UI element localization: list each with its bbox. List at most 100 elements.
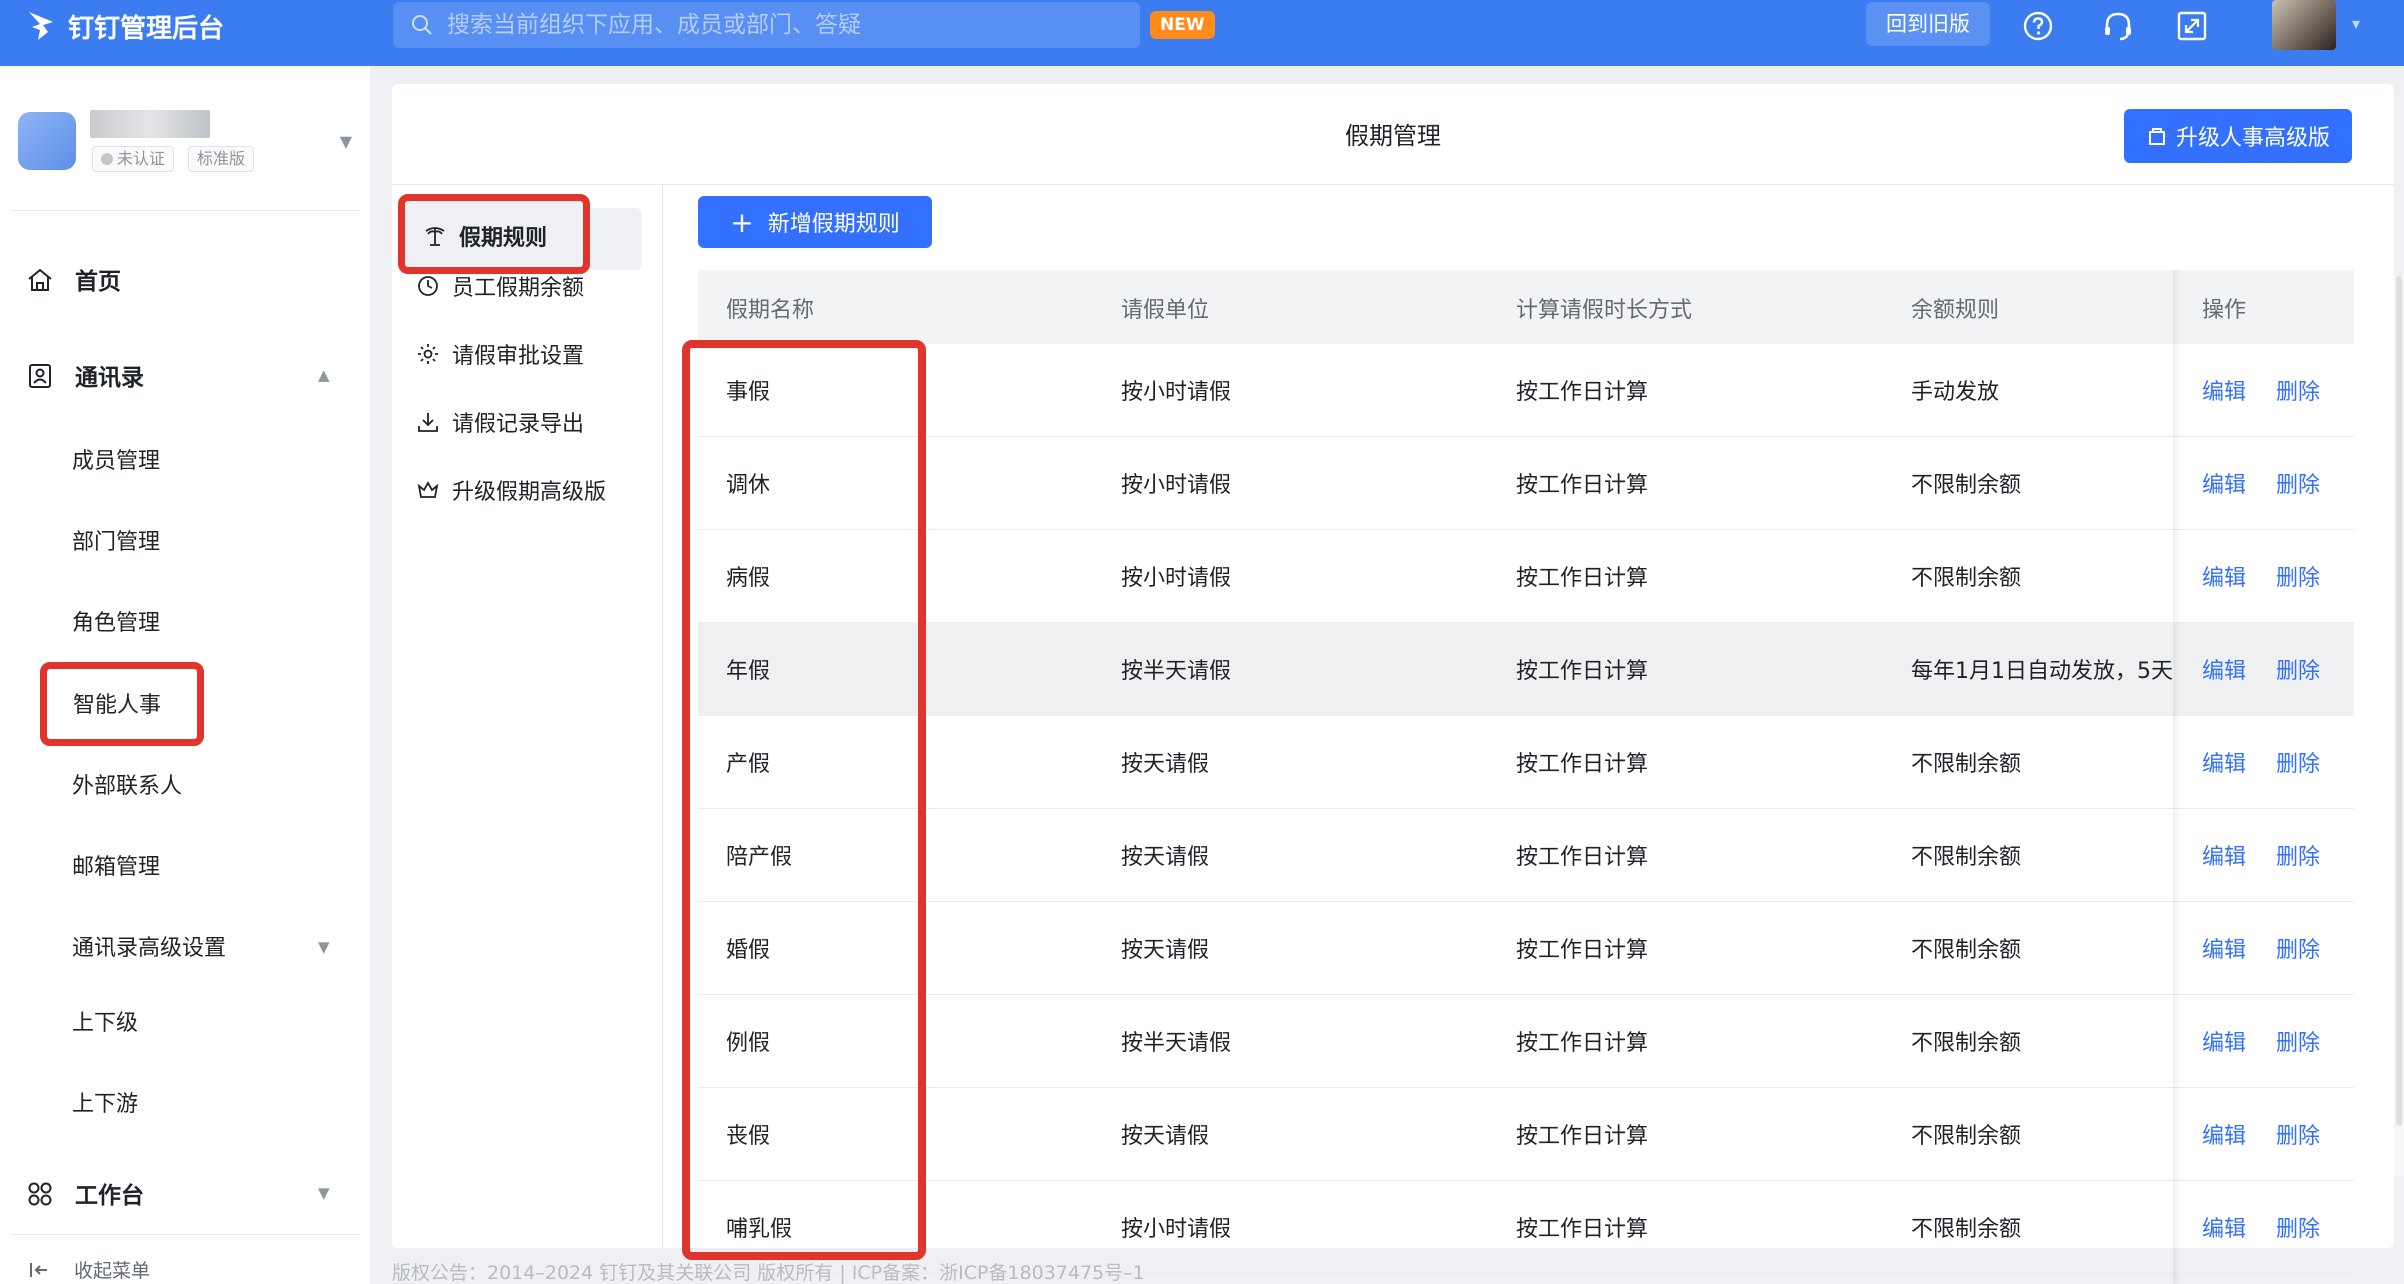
table-row: 婚假 按天请假 按工作日计算 不限制余额 编辑 删除 [698,902,2354,995]
column-header-balance: 余额规则 [1911,298,2000,323]
crown-icon [417,481,439,498]
leave-unit-cell: 按半天请假 [1121,659,1232,684]
collapse-menu-button[interactable]: 收起菜单 [28,1256,150,1283]
gear-icon [418,344,438,364]
table-row: 陪产假 按天请假 按工作日计算 不限制余额 编辑 删除 [698,809,2354,902]
edit-link[interactable]: 编辑 [2202,467,2246,499]
sidebar-item-supply-chain[interactable]: 上下游 [72,1085,138,1125]
edit-link[interactable]: 编辑 [2202,1025,2246,1057]
chevron-down-icon[interactable]: ▼ [318,938,330,956]
leave-balance-cell: 不限制余额 [1911,845,2022,870]
old-version-button[interactable]: 回到旧版 [1866,2,1990,46]
nav-home[interactable]: 首页 [0,254,370,304]
delete-link[interactable]: 删除 [2276,746,2320,778]
sidebar-item-superiors[interactable]: 上下级 [72,1004,138,1044]
edit-link[interactable]: 编辑 [2202,1118,2246,1150]
table-row: 例假 按半天请假 按工作日计算 不限制余额 编辑 删除 [698,995,2354,1088]
user-avatar[interactable] [2272,0,2336,50]
upgrade-box-icon [2148,128,2165,145]
leave-method-cell: 按工作日计算 [1516,566,1649,591]
nav-workbench-label: 工作台 [75,1183,144,1209]
sidebar-item-roles[interactable]: 角色管理 [72,604,160,644]
delete-link[interactable]: 删除 [2276,653,2320,685]
table-row: 调休 按小时请假 按工作日计算 不限制余额 编辑 删除 [698,437,2354,530]
search-box[interactable] [393,2,1140,48]
headset-icon[interactable] [2100,8,2136,44]
add-leave-rule-label: 新增假期规则 [767,212,900,237]
edit-link[interactable]: 编辑 [2202,1211,2246,1243]
nav-home-label: 首页 [75,269,121,295]
inner-nav-upgrade-leave[interactable]: 升级假期高级版 [416,470,606,510]
table-row: 年假 按半天请假 按工作日计算 每年1月1日自动发放，5天 编辑 删除 [698,623,2354,716]
inner-nav-records-export[interactable]: 请假记录导出 [416,402,584,442]
contacts-icon [29,364,51,388]
org-dropdown-icon[interactable]: ▼ [340,132,352,151]
leave-unit-cell: 按小时请假 [1121,1217,1232,1242]
workbench-icon [28,1182,52,1206]
delete-link[interactable]: 删除 [2276,1118,2320,1150]
search-input[interactable] [447,12,1107,38]
sidebar-item-external-contacts[interactable]: 外部联系人 [72,767,182,807]
table-row: 事假 按小时请假 按工作日计算 手动发放 编辑 删除 [698,344,2354,437]
sidebar-item-members[interactable]: 成员管理 [72,442,160,482]
upgrade-hr-label: 升级人事高级版 [2175,126,2330,151]
delete-link[interactable]: 删除 [2276,1211,2320,1243]
column-header-name: 假期名称 [726,298,815,323]
org-name-blurred [90,110,210,138]
delete-link[interactable]: 删除 [2276,374,2320,406]
clock-icon [418,276,438,296]
leave-unit-cell: 按小时请假 [1121,380,1232,405]
inner-nav-approval-settings[interactable]: 请假审批设置 [416,334,584,374]
sidebar-item-mailbox[interactable]: 邮箱管理 [72,848,160,888]
delete-link[interactable]: 删除 [2276,467,2320,499]
edit-link[interactable]: 编辑 [2202,560,2246,592]
fullscreen-icon[interactable] [2174,8,2210,44]
column-header-method: 计算请假时长方式 [1516,298,1693,323]
inner-nav-employee-balance[interactable]: 员工假期余额 [416,266,584,306]
sidebar-item-departments[interactable]: 部门管理 [72,523,160,563]
add-leave-rule-button[interactable]: + 新增假期规则 [698,196,932,248]
divider [662,185,663,1248]
fixed-column-shadow [2173,270,2181,1284]
edit-link[interactable]: 编辑 [2202,932,2246,964]
leave-method-cell: 按工作日计算 [1516,1031,1649,1056]
sidebar-item-smart-hr[interactable]: 智能人事 [40,662,204,746]
table-row: 丧假 按天请假 按工作日计算 不限制余额 编辑 删除 [698,1088,2354,1181]
nav-workbench[interactable]: 工作台 ▼ [0,1168,370,1218]
avatar-dropdown-icon[interactable]: ▾ [2352,14,2360,33]
delete-link[interactable]: 删除 [2276,1025,2320,1057]
scrollbar-thumb[interactable] [2396,276,2402,1126]
nav-contacts[interactable]: 通讯录 ▲ [0,350,370,400]
inner-nav-leave-rules[interactable]: 假期规则 [398,194,590,274]
column-header-unit: 请假单位 [1121,298,1210,323]
help-icon[interactable] [2020,8,2056,44]
inner-nav-leave-rules-item: 假期规则 [423,216,547,256]
leave-method-cell: 按工作日计算 [1516,1124,1649,1149]
edit-link[interactable]: 编辑 [2202,746,2246,778]
leave-balance-cell: 手动发放 [1911,380,2000,405]
leave-unit-cell: 按天请假 [1121,752,1210,777]
org-switcher[interactable]: 未认证 标准版 ▼ [18,108,358,188]
page-title: 假期管理 [1345,122,1441,150]
download-icon [418,413,438,432]
delete-link[interactable]: 删除 [2276,560,2320,592]
chevron-down-icon[interactable]: ▼ [318,1184,330,1202]
edit-link[interactable]: 编辑 [2202,839,2246,871]
table-row: 病假 按小时请假 按工作日计算 不限制余额 编辑 删除 [698,530,2354,623]
edit-link[interactable]: 编辑 [2202,374,2246,406]
new-badge: NEW [1150,11,1215,39]
leave-balance-cell: 不限制余额 [1911,1217,2022,1242]
scrollbar[interactable] [2394,276,2404,1176]
leave-method-cell: 按工作日计算 [1516,473,1649,498]
chevron-up-icon[interactable]: ▲ [318,366,330,384]
delete-link[interactable]: 删除 [2276,839,2320,871]
leave-balance-cell: 不限制余额 [1911,938,2022,963]
edit-link[interactable]: 编辑 [2202,653,2246,685]
divider [392,184,2394,185]
app-logo[interactable]: 钉钉管理后台 [26,6,224,46]
footer-copyright: 版权公告：2014–2024 钉钉及其关联公司 版权所有 | ICP备案：浙IC… [392,1262,1145,1284]
delete-link[interactable]: 删除 [2276,932,2320,964]
upgrade-hr-button[interactable]: 升级人事高级版 [2124,109,2352,163]
sidebar-item-contacts-advanced[interactable]: 通讯录高级设置 [72,929,226,969]
plus-icon: + [730,205,754,239]
